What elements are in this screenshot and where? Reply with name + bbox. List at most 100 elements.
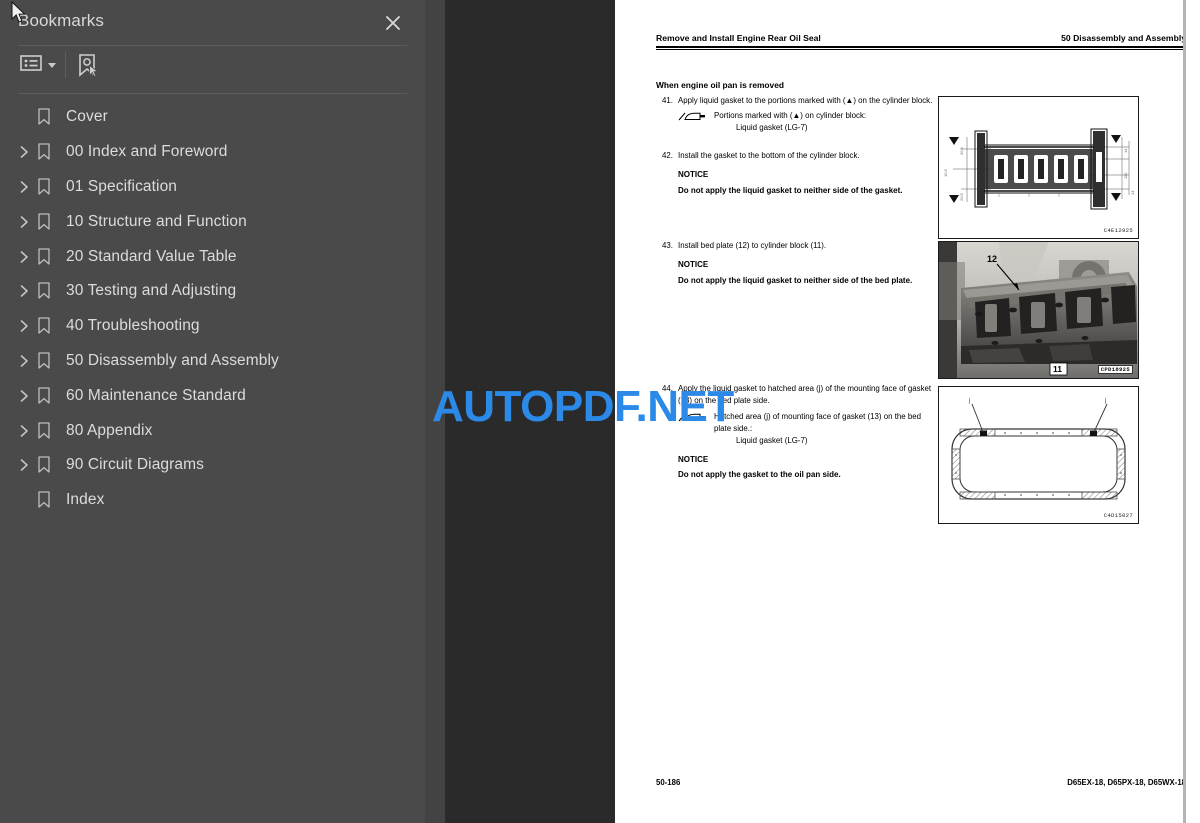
bookmark-tree: Cover 00 Index and Foreword 01 Specificati…: [0, 100, 425, 518]
chevron-right-icon[interactable]: [16, 179, 32, 195]
bookmark-item-50-disassembly-and-assembly[interactable]: 50 Disassembly and Assembly: [0, 344, 425, 379]
gasket-outline: j j: [939, 387, 1138, 523]
bookmarks-toolbar: [0, 46, 425, 94]
chevron-right-icon[interactable]: [16, 318, 32, 334]
bookmark-item-60-maintenance-standard[interactable]: 60 Maintenance Standard: [0, 378, 425, 413]
toolbar-divider: [65, 52, 66, 78]
bookmark-item-90-circuit-diagrams[interactable]: 90 Circuit Diagrams: [0, 448, 425, 483]
list-options-icon: [20, 54, 42, 77]
header-rule-thin: [656, 49, 1186, 50]
figure-bed-plate-photo: 12 11 CPD18925: [938, 241, 1139, 379]
figure-code: C4D15027: [1103, 512, 1133, 519]
bookmark-item-label: 20 Standard Value Table: [66, 247, 237, 265]
notice-heading: NOTICE: [678, 260, 709, 270]
figure-gasket-outline-drawing: j j C4D15027: [938, 386, 1139, 524]
bookmark-icon: [35, 282, 53, 300]
svg-text:20.5: 20.5: [959, 146, 964, 155]
cylinder-block-drawing: 20.5 10.5 20.5 14 110 14: [939, 97, 1138, 238]
bookmark-item-label: 10 Structure and Function: [66, 212, 247, 230]
bookmark-item-label: Cover: [66, 108, 108, 126]
step-number: 43.: [662, 241, 673, 250]
pdf-viewer: Remove and Install Engine Rear Oil Seal …: [445, 0, 1200, 823]
bookmark-icon: [35, 178, 53, 196]
note-sub-text: Liquid gasket (LG-7): [736, 123, 808, 133]
procedure-step-41: 41. Apply liquid gasket to the portions …: [656, 95, 938, 134]
bookmark-item-40-troubleshooting[interactable]: 40 Troubleshooting: [0, 309, 425, 344]
bed-plate-photograph: 12 11: [939, 242, 1138, 378]
bookmark-icon: [35, 421, 53, 440]
new-bookmark-icon: [76, 53, 100, 84]
step-text: Install the gasket to the bottom of the …: [678, 151, 860, 160]
bookmark-item-label: 50 Disassembly and Assembly: [66, 351, 279, 369]
bookmark-item-10-structure-and-function[interactable]: 10 Structure and Function: [0, 204, 425, 239]
bookmark-item-80-appendix[interactable]: 80 Appendix: [0, 413, 425, 448]
page-right-edge: [1183, 0, 1186, 823]
step-number: 41.: [662, 96, 673, 105]
note-main-text: Portions marked with (▲) on cylinder blo…: [714, 111, 867, 121]
bookmark-icon: [35, 247, 53, 266]
bookmark-item-label: 80 Appendix: [66, 421, 153, 439]
procedure-step-42: 42. Install the gasket to the bottom of …: [656, 150, 938, 197]
step-number: 42.: [662, 151, 673, 160]
bookmark-icon: [35, 108, 53, 126]
procedure-step-44: 44. Apply the liquid gasket to hatched a…: [656, 383, 938, 481]
grease-gun-icon: [678, 412, 710, 423]
svg-text:j: j: [968, 398, 970, 404]
chevron-right-icon[interactable]: [16, 249, 32, 265]
bookmark-item-label: 00 Index and Foreword: [66, 143, 228, 161]
bookmark-item-00-index-and-foreword[interactable]: 00 Index and Foreword: [0, 135, 425, 170]
chevron-right-icon[interactable]: [16, 353, 32, 369]
bookmark-icon: [35, 317, 53, 335]
bookmark-icon: [35, 352, 53, 370]
svg-text:11: 11: [1053, 364, 1062, 374]
chevron-right-icon[interactable]: [16, 457, 32, 473]
chevron-right-icon[interactable]: [16, 214, 32, 230]
note-main-text: Hatched area (j) of mounting face of gas…: [714, 411, 922, 433]
chevron-right-icon[interactable]: [16, 144, 32, 160]
bookmark-item-20-standard-value-table[interactable]: 20 Standard Value Table: [0, 239, 425, 274]
bookmark-icon: [35, 213, 53, 231]
figure-code: CPD18925: [1097, 365, 1133, 374]
note-sub-text: Liquid gasket (LG-7): [736, 435, 808, 445]
step-text: Apply the liquid gasket to hatched area …: [678, 384, 932, 406]
page-title: Bookmarks: [18, 11, 104, 30]
figure-code: C4E12925: [1103, 227, 1133, 234]
header-section-title: Remove and Install Engine Rear Oil Seal: [656, 33, 821, 43]
toolbar-bottom-divider: [18, 93, 407, 94]
chevron-right-icon[interactable]: [16, 423, 32, 439]
bookmark-icon: [35, 456, 53, 474]
new-bookmark-button[interactable]: [76, 53, 100, 84]
sidebar-scroll-gutter[interactable]: [425, 0, 445, 823]
document-page-number: 50-186: [656, 778, 681, 787]
bookmark-item-01-specification[interactable]: 01 Specification: [0, 170, 425, 205]
bookmark-icon: [35, 143, 53, 161]
header-rule: [656, 46, 1186, 48]
bookmark-icon: [35, 387, 53, 405]
close-icon-glyph: [386, 16, 400, 30]
bookmark-item-cover[interactable]: Cover: [0, 100, 425, 135]
svg-text:20.5: 20.5: [959, 192, 964, 201]
grease-gun-icon: [678, 111, 710, 122]
document-content: Remove and Install Engine Rear Oil Seal …: [615, 0, 1200, 823]
bookmark-icon: [35, 491, 53, 509]
header-chapter-title: 50 Disassembly and Assembly: [1061, 33, 1186, 43]
chevron-right-icon[interactable]: [16, 283, 32, 299]
notice-body: Do not apply the gasket to the oil pan s…: [678, 469, 841, 479]
bookmark-item-label: 60 Maintenance Standard: [66, 386, 246, 404]
step-text: Install bed plate (12) to cylinder block…: [678, 241, 827, 250]
chevron-right-icon[interactable]: [16, 388, 32, 404]
pdf-page: Remove and Install Engine Rear Oil Seal …: [615, 0, 1200, 823]
bookmark-options-button[interactable]: [20, 54, 56, 77]
document-model-list: D65EX-18, D65PX-18, D65WX-18: [1067, 778, 1186, 787]
bookmark-item-30-testing-and-adjusting[interactable]: 30 Testing and Adjusting: [0, 274, 425, 309]
document-subtitle: When engine oil pan is removed: [656, 80, 784, 90]
procedure-step-43: 43. Install bed plate (12) to cylinder b…: [656, 240, 938, 287]
figure-cylinder-block-line-drawing: 20.5 10.5 20.5 14 110 14 C4E12925: [938, 96, 1139, 239]
chevron-down-icon: [48, 63, 56, 68]
bookmark-item-label: 01 Specification: [66, 177, 178, 195]
step-text: Apply liquid gasket to the portions mark…: [678, 96, 933, 105]
bookmark-item-index[interactable]: Index: [0, 483, 425, 518]
svg-text:14: 14: [1123, 148, 1128, 153]
bookmark-item-label: 30 Testing and Adjusting: [66, 282, 237, 300]
close-icon[interactable]: [383, 13, 403, 33]
